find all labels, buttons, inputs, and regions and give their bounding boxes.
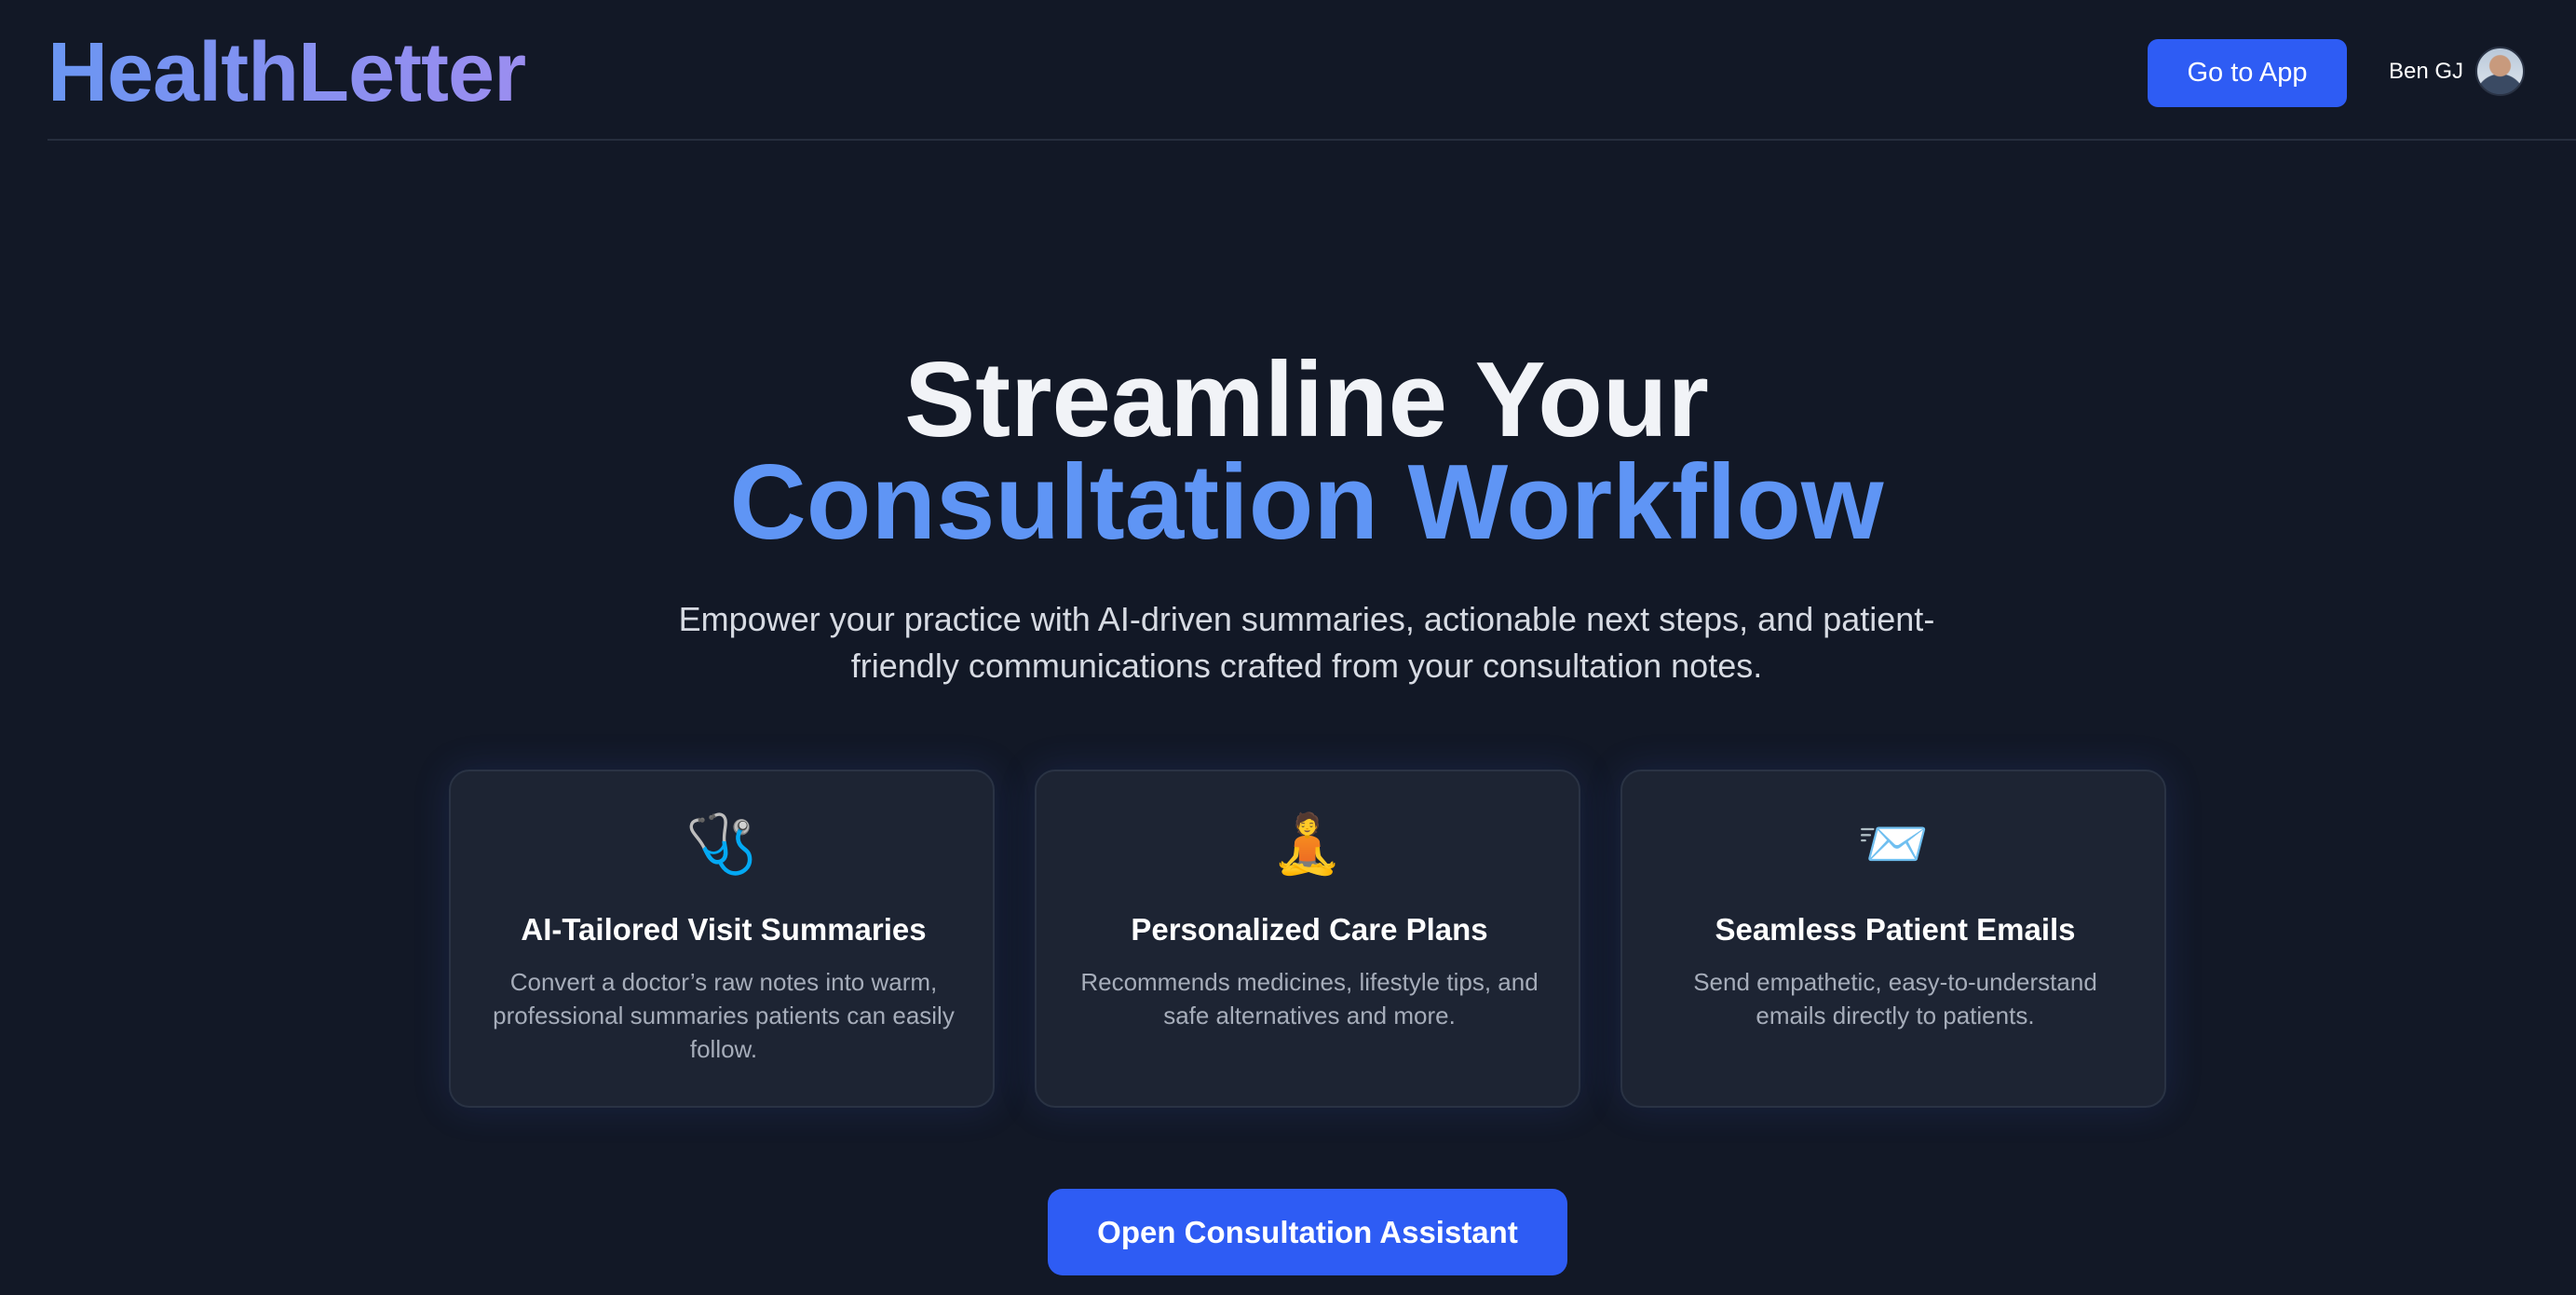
feature-card-emails: 📨 Seamless Patient Emails Send empatheti…	[1620, 770, 2166, 1108]
inbox-mail-icon: 📨	[1857, 810, 1930, 878]
feature-card-title: Personalized Care Plans	[1131, 912, 1488, 947]
stethoscope-icon: 🩺	[685, 810, 758, 878]
open-consultation-assistant-button[interactable]: Open Consultation Assistant	[1048, 1189, 1567, 1275]
hero-title-line1: Streamline Your	[904, 341, 1709, 459]
hero-subtitle: Empower your practice with AI-driven sum…	[678, 600, 1935, 685]
feature-card-summaries: 🩺 AI-Tailored Visit Summaries Convert a …	[449, 770, 995, 1108]
user-avatar[interactable]	[2475, 47, 2525, 96]
meditation-icon: 🧘	[1271, 810, 1344, 878]
app-logo[interactable]: HealthLetter	[47, 26, 526, 119]
feature-card-description: Convert a doctor’s raw notes into warm, …	[493, 968, 955, 1063]
feature-card-title: AI-Tailored Visit Summaries	[521, 912, 927, 947]
feature-card-description: Recommends medicines, lifestyle tips, an…	[1080, 968, 1539, 1029]
feature-card-care-plans: 🧘 Personalized Care Plans Recommends med…	[1035, 770, 1580, 1108]
landing-page: HealthLetter Go to App Ben GJ Streamline…	[0, 0, 2576, 1295]
hero-title-line2: Consultation Workflow	[729, 443, 1884, 562]
feature-card-description: Send empathetic, easy-to-understand emai…	[1693, 968, 2097, 1029]
user-name[interactable]: Ben GJ	[2389, 58, 2463, 86]
feature-card-title: Seamless Patient Emails	[1715, 912, 2076, 947]
go-to-app-button[interactable]: Go to App	[2148, 39, 2347, 107]
